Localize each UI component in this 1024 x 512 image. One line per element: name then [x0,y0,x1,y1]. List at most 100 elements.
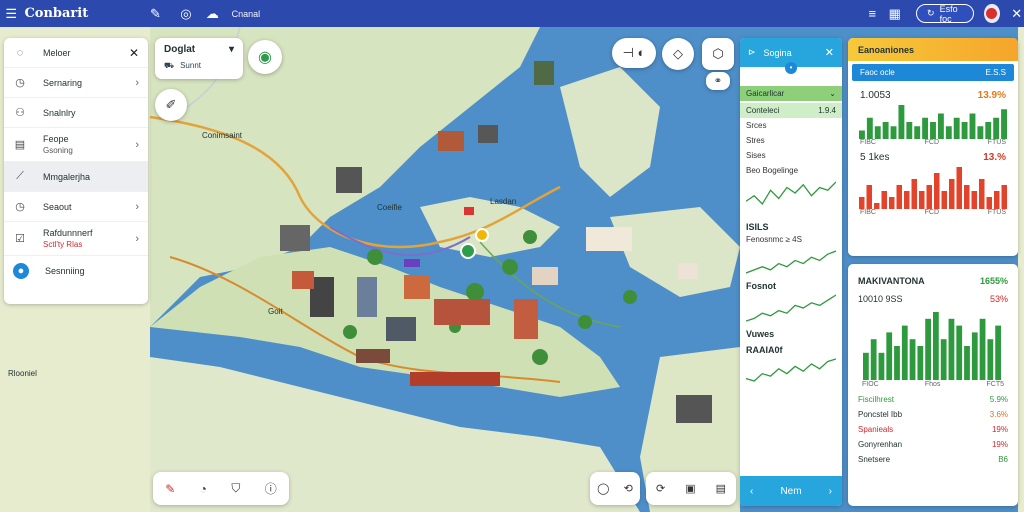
compass-icon: ◌ [16,46,24,59]
sidebar-item-sublabel: Gsoning [43,146,73,155]
bar [993,117,1000,139]
app-title: Conbarit [24,6,89,21]
bar [994,191,1000,209]
bar [882,122,889,139]
sparkline-series [746,358,836,382]
tag-button[interactable]: ◇ [662,38,694,70]
grid-icon[interactable]: ▦ [888,5,902,23]
sidebar-item-label: Feope [43,134,69,144]
bar [894,346,900,380]
section-header[interactable]: Gaicarlicar ⌄ [740,86,842,101]
sparkline-chart [746,294,836,322]
car-icon: ⛟ [164,61,175,70]
stat-title: RAAIA0f [746,345,783,355]
metric-label: Snetsere [858,455,891,464]
sidebar-item-2[interactable]: ⚇ Snalnlry [4,98,148,128]
stats-summary-row[interactable]: Faoc ocle E.S.S [852,64,1014,81]
bar [898,105,905,139]
list-item[interactable]: Beo Bogelinge [740,163,842,178]
sidebar-item-5[interactable]: ◷ Seaout › [4,192,148,222]
graph-icon: ⟋ [16,170,24,182]
timer-icon[interactable]: ◔ [200,482,207,496]
sidebar-item-label: Rafdunnnerf [43,228,93,238]
bar [964,346,970,380]
sidebar-item-label: Sesnniing [45,266,85,276]
ring-icon[interactable]: ◯ [597,482,609,495]
user-pill-label: Esfo foc [939,3,958,24]
alert-button[interactable] [984,4,1000,23]
bar [914,126,921,139]
list-item[interactable]: Sises [740,148,842,163]
shield-icon[interactable]: ⛉ [231,481,240,496]
bar [987,339,994,380]
cycle-icon[interactable]: ⟳ [656,482,665,495]
bar [933,312,939,380]
clock-icon: ◷ [15,77,25,89]
sparkline-series [746,250,836,274]
menu-icon[interactable]: ☰ [4,5,18,23]
bar [909,339,916,380]
cloud-icon[interactable]: ☁ [205,5,219,23]
stats-panel-bottom: MAKIVANTONA 1655% 10010 9SS 53% FIOC Fhos … [848,264,1018,506]
sidebar-item-7[interactable]: ● Sesnniing [4,256,148,286]
layers-button[interactable]: ⬡ [702,38,734,70]
list-item-label: Srces [746,121,767,130]
tab-label[interactable]: Cnanal [232,9,261,19]
marker-icon[interactable]: ✎ [165,482,175,496]
list-icon[interactable]: ≡ [865,5,879,23]
navigate-button[interactable]: ⊣ ◐ [612,38,656,68]
next-icon[interactable]: › [829,486,832,497]
bar [866,117,873,139]
close-icon[interactable]: ✕ [129,46,139,60]
film-icon[interactable]: ▤ [716,482,726,495]
sidebar-item-4[interactable]: ⟋ Mmgalerjha [4,162,148,192]
bar [863,352,869,380]
sidebar-item-0[interactable]: ◌ Meloer ✕ [4,38,148,68]
info-icon[interactable]: ⓘ [265,480,277,497]
axis-label: Fhos [924,381,941,388]
binoculars-icon: ⚭ [713,75,723,87]
axis-label: FIBC [860,209,876,216]
sidebar-item-label: Seaout [43,201,72,212]
close-icon[interactable]: ✕ [1010,5,1024,23]
sidebar-item-1[interactable]: ◷ Sernaring › [4,68,148,98]
bar [859,130,865,139]
edit-icon[interactable]: ✎ [148,5,162,23]
refresh-icon: ↻ [927,8,935,18]
chevron-down-icon[interactable]: ▾ [229,44,234,55]
chevron-right-icon: › [135,138,139,151]
badge-icon: ● [13,263,29,279]
section-label: Gaicarlicar [746,89,785,98]
axis-label: FIOC [862,381,879,388]
globe-icon[interactable]: ◎ [179,5,193,23]
sidebar-item-label: Snalnlry [43,107,76,118]
close-icon[interactable]: ✕ [825,46,834,59]
locate-button[interactable]: ◉ [248,40,282,74]
metric-label: Fiscilhrest [858,395,895,404]
search-card[interactable]: Doglat ▾ ⛟ Sunnt [155,38,243,79]
user-pill[interactable]: ↻ Esfo foc [916,3,975,24]
bar [979,318,986,380]
axis-label: FCD [924,209,940,216]
draw-button[interactable]: ✐ [155,89,187,121]
bar [956,167,962,209]
binoculars-button[interactable]: ⚭ [706,72,730,90]
metric-row: Poncstel Ibb 3.6% [848,407,1018,422]
bar [977,126,984,139]
bar [930,122,936,139]
history-icon[interactable]: ⟲ [624,482,633,495]
stat-subtitle: Fenosnmc ≥ 4S [746,235,802,244]
calendar-icon[interactable]: ▣ [685,482,695,495]
check-icon: ☑ [15,233,25,245]
sidebar-item-6[interactable]: ☑ Rafdunnnerf Sctl'ty Rlas › [4,222,148,256]
list-item[interactable]: Stres [740,133,842,148]
bar [922,117,929,139]
stat-value: 5 1kes [860,152,890,163]
metric-value: 19% [991,425,1008,434]
prev-icon[interactable]: ‹ [750,486,753,497]
stats-panel-title: Eanoaniones [848,38,1018,61]
metric-row: Fiscilhrest 5.9% [848,392,1018,407]
bar [949,179,955,209]
list-item[interactable]: Srces [740,118,842,133]
sidebar-item-3[interactable]: ▤ Feope Gsoning › [4,128,148,162]
